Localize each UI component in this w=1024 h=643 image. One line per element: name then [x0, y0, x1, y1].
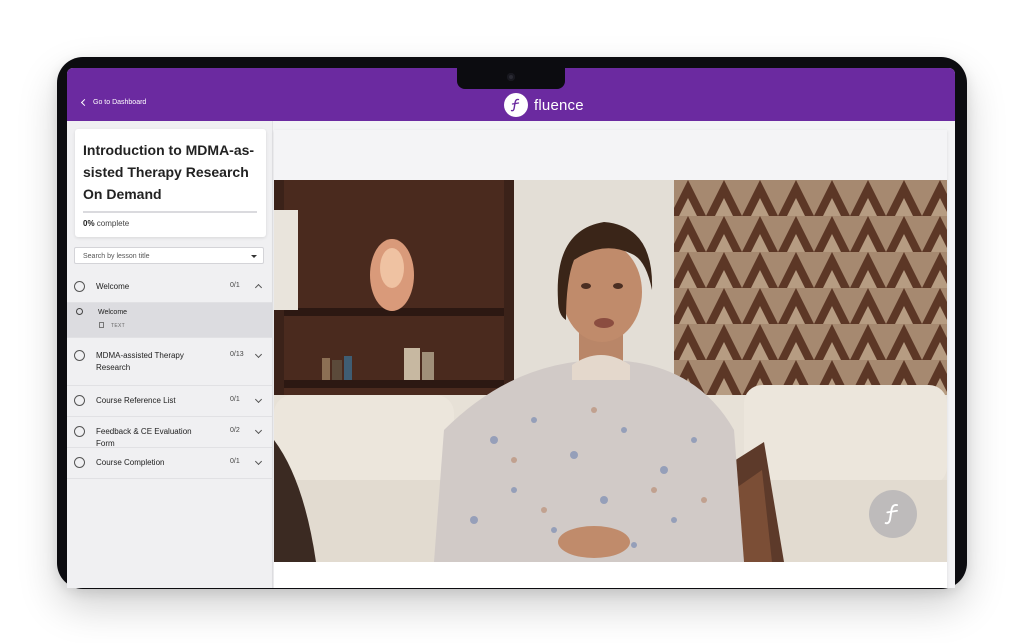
section-count: 0/13	[230, 351, 244, 358]
progress-text: 0% complete	[83, 219, 129, 228]
section-status-icon	[74, 457, 85, 468]
go-to-dashboard-label: Go to Dashboard	[93, 99, 147, 106]
section-count: 0/2	[230, 427, 240, 434]
progress-value: 0%	[83, 219, 95, 228]
section-label: Welcome	[96, 282, 130, 291]
section-count: 0/1	[230, 282, 240, 289]
chevron-up-icon[interactable]	[254, 283, 263, 292]
progress-suffix: complete	[96, 219, 130, 228]
chevron-down-icon[interactable]	[254, 426, 263, 435]
section-label: Feedback & CE Evaluation Form	[96, 427, 192, 448]
camera-icon	[507, 73, 515, 81]
fluence-logo-icon	[504, 93, 528, 117]
brand-logo[interactable]: fluence	[504, 93, 584, 117]
course-sidebar: Introduction to MDMA-as-sisted Therapy R…	[67, 121, 273, 588]
lesson-list: Welcome 0/1 Welcome TEXT MDMA-assisted T…	[67, 272, 272, 479]
section-mdma-research[interactable]: MDMA-assisted Therapy Research 0/13	[67, 338, 272, 386]
lesson-status-icon	[76, 308, 83, 315]
section-feedback-ce-evaluation[interactable]: Feedback & CE Evaluation Form 0/2	[67, 417, 272, 448]
section-label: Course Reference List	[96, 396, 176, 405]
section-status-icon	[74, 395, 85, 406]
brand-name: fluence	[534, 96, 584, 114]
section-welcome[interactable]: Welcome 0/1	[67, 272, 272, 303]
section-status-icon	[74, 350, 85, 361]
chevron-left-icon	[80, 98, 89, 107]
progress-bar	[83, 211, 257, 213]
video-player[interactable]	[274, 180, 947, 562]
chevron-down-icon[interactable]	[254, 350, 263, 359]
section-course-completion[interactable]: Course Completion 0/1	[67, 448, 272, 479]
section-label: MDMA-assisted Therapy Research	[96, 351, 184, 372]
chevron-down-icon[interactable]	[254, 395, 263, 404]
chevron-down-icon[interactable]	[254, 457, 263, 466]
content-footer	[274, 562, 947, 588]
go-to-dashboard-link[interactable]: Go to Dashboard	[80, 98, 147, 107]
video-frame	[274, 180, 947, 562]
lesson-search-select[interactable]: Search by lesson title	[74, 247, 264, 264]
section-status-icon	[74, 426, 85, 437]
camera-notch	[457, 68, 565, 89]
lesson-type: TEXT	[111, 323, 125, 329]
section-label: Course Completion	[96, 458, 165, 467]
section-count: 0/1	[230, 396, 240, 403]
course-card: Introduction to MDMA-as-sisted Therapy R…	[75, 129, 266, 237]
section-status-icon	[74, 281, 85, 292]
document-icon	[99, 322, 104, 328]
lesson-title: Welcome	[98, 309, 128, 316]
content-header	[274, 130, 947, 180]
fluence-watermark-icon[interactable]	[869, 490, 917, 538]
app-screen: Go to Dashboard fluence Introduction to …	[67, 68, 955, 588]
lesson-item-welcome[interactable]: Welcome TEXT	[67, 303, 272, 338]
lesson-content	[274, 130, 947, 588]
section-course-reference-list[interactable]: Course Reference List 0/1	[67, 386, 272, 417]
course-title: Introduction to MDMA-as-sisted Therapy R…	[83, 142, 255, 202]
section-count: 0/1	[230, 458, 240, 465]
caret-down-icon	[251, 255, 257, 258]
lesson-search-placeholder: Search by lesson title	[83, 253, 150, 260]
